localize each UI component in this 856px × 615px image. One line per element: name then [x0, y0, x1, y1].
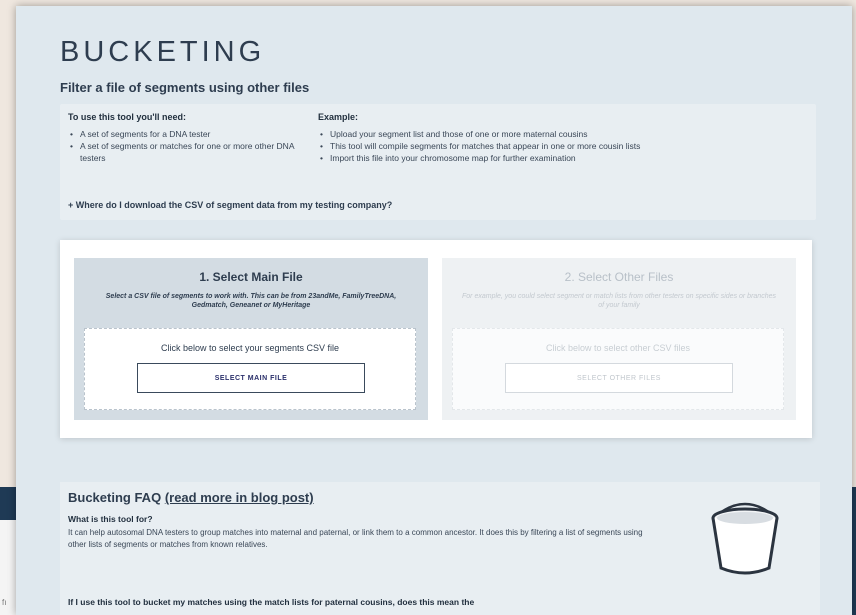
file-select-panel: 1. Select Main File Select a CSV file of…: [60, 240, 812, 438]
download-csv-link[interactable]: + Where do I download the CSV of segment…: [68, 200, 392, 210]
list-item: This tool will compile segments for matc…: [318, 140, 813, 152]
select-other-files-button[interactable]: SELECT OTHER FILES: [505, 363, 733, 393]
example-section: Example: Upload your segment list and th…: [318, 112, 813, 164]
faq-answer: It can help autosomal DNA testers to gro…: [68, 528, 643, 549]
bucketing-page: BUCKETING Filter a file of segments usin…: [16, 6, 852, 615]
bucket-icon: [711, 502, 779, 575]
instructions-box: To use this tool you'll need: A set of s…: [60, 104, 816, 220]
blog-post-link[interactable]: (read more in blog post): [165, 490, 314, 505]
list-item: Import this file into your chromosome ma…: [318, 152, 813, 164]
faq-question: What is this tool for?: [68, 514, 153, 524]
list-item: A set of segments or matches for one or …: [68, 140, 298, 164]
main-file-description: Select a CSV file of segments to work wi…: [105, 293, 397, 309]
faq-question: If I use this tool to bucket my matches …: [68, 597, 475, 607]
requirements-section: To use this tool you'll need: A set of s…: [68, 112, 298, 164]
page-subtitle: Filter a file of segments using other fi…: [60, 80, 310, 95]
example-heading: Example:: [318, 112, 359, 122]
main-file-title: 1. Select Main File: [199, 270, 303, 284]
other-files-prompt: Click below to select other CSV files: [545, 343, 691, 353]
requirements-list: A set of segments for a DNA tester A set…: [68, 128, 298, 164]
background-text: fı: [2, 598, 7, 607]
main-file-dropzone[interactable]: Click below to select your segments CSV …: [84, 328, 416, 410]
faq-title: Bucketing FAQ: [68, 490, 162, 505]
example-list: Upload your segment list and those of on…: [318, 128, 813, 164]
main-file-prompt: Click below to select your segments CSV …: [160, 343, 340, 353]
list-item: A set of segments for a DNA tester: [68, 128, 298, 140]
other-files-description: For example, you could select segment or…: [462, 293, 776, 309]
other-files-dropzone[interactable]: Click below to select other CSV files SE…: [452, 328, 784, 410]
requirements-heading: To use this tool you'll need:: [68, 112, 186, 122]
list-item: Upload your segment list and those of on…: [318, 128, 813, 140]
faq-section: Bucketing FAQ (read more in blog post) W…: [60, 482, 820, 615]
page-title: BUCKETING: [60, 36, 266, 68]
select-main-file-button[interactable]: SELECT MAIN FILE: [137, 363, 365, 393]
select-main-file-step: 1. Select Main File Select a CSV file of…: [74, 258, 428, 420]
other-files-title: 2. Select Other Files: [564, 270, 674, 284]
faq-heading: Bucketing FAQ (read more in blog post): [68, 490, 314, 505]
select-other-files-step: 2. Select Other Files For example, you c…: [442, 258, 796, 420]
